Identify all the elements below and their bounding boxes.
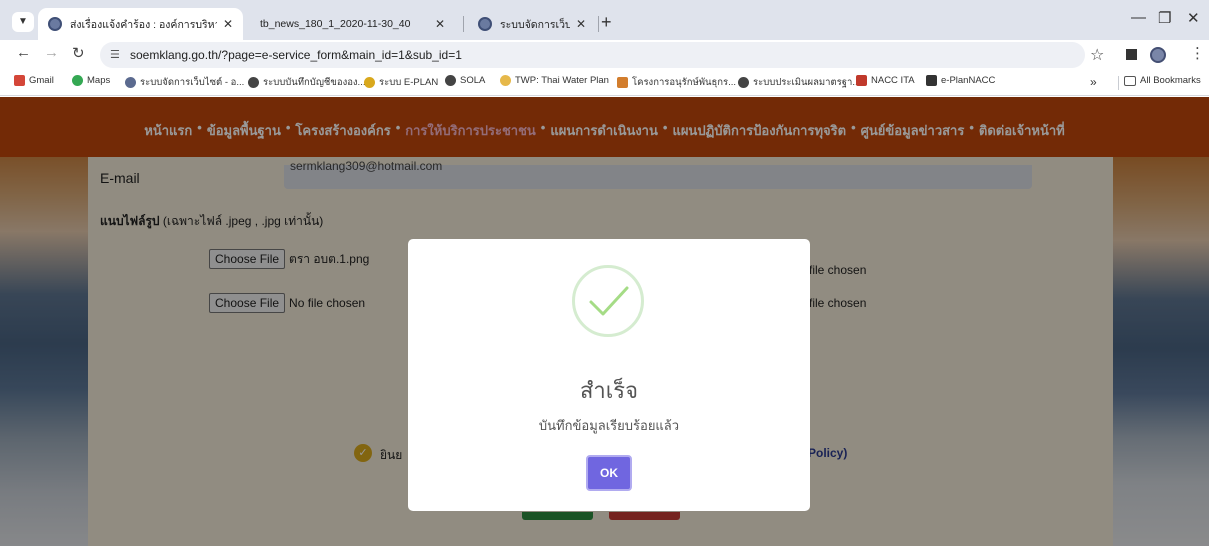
profile-avatar-icon[interactable] xyxy=(1150,47,1166,63)
success-dialog: สำเร็จ บันทึกข้อมูลเรียบร้อยแล้ว OK xyxy=(408,239,810,511)
bookmark-maps[interactable]: Maps xyxy=(72,75,110,86)
back-icon[interactable]: ← xyxy=(16,44,31,61)
tab-active[interactable]: ส่งเรื่องแจ้งคำร้อง : องค์การบริหารส่วน … xyxy=(38,8,243,40)
minimize-icon[interactable]: — xyxy=(1131,9,1146,26)
eplan-icon xyxy=(364,77,375,88)
more-bookmarks-button[interactable]: » xyxy=(1090,75,1097,89)
tab-close-icon[interactable]: ✕ xyxy=(223,17,233,31)
site-favicon-icon xyxy=(478,17,492,31)
tab-separator xyxy=(598,16,599,32)
bookmark-sola[interactable]: SOLA xyxy=(445,75,485,86)
bookmark-eplan[interactable]: ระบบ E-PLAN xyxy=(364,75,438,90)
site-settings-icon[interactable]: ☰ xyxy=(110,48,120,61)
menu-kebab-icon[interactable]: ⋮ xyxy=(1190,44,1205,62)
plant-icon xyxy=(617,77,628,88)
all-bookmarks-button[interactable]: All Bookmarks xyxy=(1124,75,1201,86)
close-window-icon[interactable]: ✕ xyxy=(1187,9,1200,27)
bookmark-accounting[interactable]: ระบบบันทึกบัญชีขององ... xyxy=(248,75,365,90)
bookmarks-separator xyxy=(1118,76,1119,90)
globe-icon xyxy=(248,77,259,88)
url-text: soemklang.go.th/?page=e-service_form&mai… xyxy=(130,48,462,62)
new-tab-button[interactable]: + xyxy=(601,12,612,32)
gmail-icon xyxy=(14,75,25,86)
bookmark-plant[interactable]: โครงการอนุรักษ์พันธุกร... xyxy=(617,75,736,90)
reload-icon[interactable]: ↻ xyxy=(72,44,85,62)
tab-title: tb_news_180_1_2020-11-30_40 xyxy=(260,18,411,30)
tab-close-icon[interactable]: ✕ xyxy=(435,17,445,31)
dialog-title: สำเร็จ xyxy=(579,378,638,403)
ok-button[interactable]: OK xyxy=(586,455,632,491)
forward-icon[interactable]: → xyxy=(44,44,59,61)
tab-strip: ▼ ส่งเรื่องแจ้งคำร้อง : องค์การบริหารส่ว… xyxy=(0,0,1209,40)
bookmark-cms[interactable]: ระบบจัดการเว็บไซต์ - อ... xyxy=(125,75,244,90)
tab-title: ระบบจัดการเว็บไซต์ - องค์การบริหาร xyxy=(500,18,570,31)
maps-pin-icon xyxy=(72,75,83,86)
tab-search-chevron-icon[interactable]: ▼ xyxy=(12,12,34,32)
bookmark-nacc-ita[interactable]: NACC ITA xyxy=(856,75,915,86)
tab-news[interactable]: tb_news_180_1_2020-11-30_40 ✕ xyxy=(250,8,455,40)
bookmark-gmail[interactable]: Gmail xyxy=(14,75,54,86)
nacc-icon xyxy=(856,75,867,86)
bookmark-assessment[interactable]: ระบบประเมินผลมาตรฐา... xyxy=(738,75,860,90)
tab-title: ส่งเรื่องแจ้งคำร้อง : องค์การบริหารส่วน xyxy=(70,18,217,31)
side-panel-icon[interactable] xyxy=(1126,49,1137,60)
bookmark-twp[interactable]: TWP: Thai Water Plan xyxy=(500,75,609,86)
site-favicon-icon xyxy=(125,77,136,88)
globe-icon xyxy=(445,75,456,86)
success-check-icon xyxy=(572,265,644,337)
restore-icon[interactable]: ❐ xyxy=(1158,9,1171,27)
tab-separator xyxy=(463,16,464,32)
home-icon xyxy=(926,75,937,86)
browser-toolbar: ← → ↻ ☰ soemklang.go.th/?page=e-service_… xyxy=(0,40,1209,70)
twp-icon xyxy=(500,75,511,86)
site-favicon-icon xyxy=(48,17,62,31)
tab-close-icon[interactable]: ✕ xyxy=(576,17,586,31)
address-bar[interactable]: ☰ soemklang.go.th/?page=e-service_form&m… xyxy=(100,42,1085,68)
dialog-message: บันทึกข้อมูลเรียบร้อยแล้ว xyxy=(538,418,680,433)
globe-icon xyxy=(738,77,749,88)
bookmark-star-icon[interactable]: ☆ xyxy=(1090,45,1104,65)
tab-cms[interactable]: ระบบจัดการเว็บไซต์ - องค์การบริหาร ✕ xyxy=(468,8,596,40)
bookmark-eplannacc[interactable]: e-PlanNACC xyxy=(926,75,995,86)
bookmarks-bar: Gmail Maps ระบบจัดการเว็บไซต์ - อ... ระบ… xyxy=(0,70,1209,96)
folder-icon xyxy=(1124,75,1136,86)
